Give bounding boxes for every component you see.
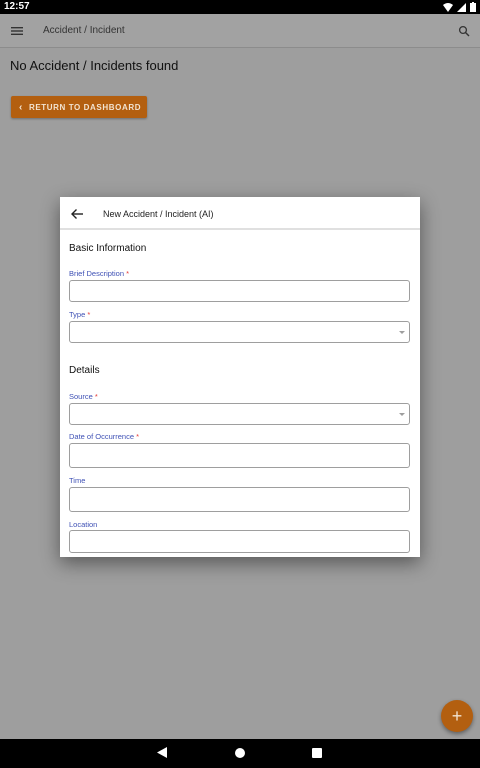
type-label: Type * [69,310,91,319]
status-bar: 12:57 [0,0,480,14]
time-label: Time [69,476,86,485]
add-incident-fab[interactable]: + [441,700,473,732]
signal-icon [457,2,466,12]
source-label: Source * [69,392,98,401]
section-title-basic: Basic Information [69,243,147,254]
status-time: 12:57 [4,1,30,12]
chevron-left-icon: ‹ [19,101,23,113]
return-to-dashboard-button[interactable]: ‹ RETURN TO DASHBOARD [11,96,147,118]
location-label: Location [69,520,98,529]
status-icons [443,2,476,12]
brief-description-label: Brief Description * [69,269,130,278]
nav-recents-icon[interactable] [312,748,322,758]
dropdown-caret-icon [399,331,405,334]
dialog-header: New Accident / Incident (AI) [60,197,420,230]
type-select[interactable] [69,321,410,343]
wifi-icon [443,2,453,12]
return-button-label: RETURN TO DASHBOARD [28,102,142,112]
brief-description-input[interactable] [69,280,410,302]
dialog-title: New Accident / Incident (AI) [103,209,214,219]
battery-icon [470,2,476,12]
date-of-occurrence-input[interactable] [69,443,410,468]
menu-icon[interactable] [10,24,24,38]
time-input[interactable] [69,487,410,512]
page-heading: No Accident / Incidents found [10,58,179,73]
source-select[interactable] [69,403,410,425]
new-incident-dialog: New Accident / Incident (AI) Basic Infor… [60,197,420,557]
app-title: Accident / Incident [43,25,125,36]
date-of-occurrence-label: Date of Occurrence * [69,432,140,441]
nav-home-icon[interactable] [235,748,245,758]
section-title-details: Details [69,365,100,376]
dropdown-caret-icon [399,413,405,416]
back-arrow-icon[interactable] [70,207,84,221]
app-bar: Accident / Incident [0,14,480,48]
search-icon[interactable] [458,25,470,37]
location-input[interactable] [69,530,410,553]
plus-icon: + [451,706,463,726]
nav-back-icon[interactable] [157,747,167,758]
navigation-bar [0,739,480,768]
